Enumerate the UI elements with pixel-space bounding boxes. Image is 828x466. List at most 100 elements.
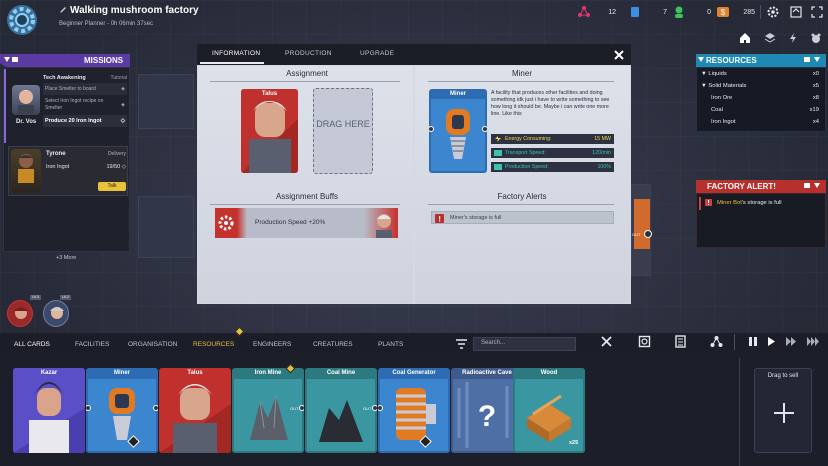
out-label: OUT (632, 232, 641, 237)
home-icon[interactable] (739, 32, 751, 44)
panel-controls-icon (804, 183, 820, 188)
divider (428, 204, 614, 205)
divider (210, 204, 400, 205)
alert-row[interactable]: Miner's storage is full (431, 211, 614, 224)
energy-icon[interactable] (787, 32, 799, 44)
fast-forward-icon[interactable] (785, 336, 798, 347)
miner-facility-card: Miner (429, 89, 487, 173)
resource-group-solids[interactable]: ▼ Solid Materials x5 (697, 80, 825, 92)
factory-alert-text[interactable]: Miner Bot's storage is full (717, 200, 782, 206)
collapse-icon (4, 57, 18, 62)
factory-alert-title: FACTORY ALERT! (707, 182, 776, 191)
tab-upgrade[interactable]: UPGRADE (360, 50, 394, 57)
tab-organisation[interactable]: ORGANISATION (128, 341, 177, 348)
talk-button[interactable]: Talk (98, 182, 126, 191)
assignment-panel (198, 66, 413, 303)
tab-all-cards[interactable]: ALL CARDS (14, 341, 50, 348)
alert-text: Miner's storage is full (450, 215, 502, 221)
pause-icon[interactable] (748, 336, 758, 347)
drag-drop-slot[interactable]: DRAG HERE (313, 88, 373, 174)
sell-drop-zone[interactable]: Drag to sell (754, 368, 812, 453)
card-coal-mine[interactable]: Coal Mine OUT (305, 368, 377, 453)
stat-energy: Energy Consuming: 15 MW (491, 134, 614, 144)
assignment-buffs-title: Assignment Buffs (275, 192, 339, 201)
tutorial-icon[interactable] (790, 6, 802, 18)
close-icon[interactable] (613, 49, 625, 61)
out-port[interactable] (644, 230, 652, 238)
level-badge: LV.2 (60, 295, 71, 300)
alert-bar (699, 197, 701, 210)
factory-subtitle: Beginner Planner - 0h 06min 37sec (59, 21, 154, 27)
card-iron-mine[interactable]: Iron Mine OUT (232, 368, 304, 453)
engineer-avatar-2[interactable] (43, 300, 69, 327)
gear-icon (218, 215, 234, 231)
missions-header[interactable]: MISSIONS (0, 54, 130, 67)
factory-alerts-title: Factory Alerts (497, 192, 547, 201)
settings-icon[interactable] (767, 6, 779, 18)
rotate-icon[interactable] (638, 335, 651, 348)
missions-title: MISSIONS (84, 56, 124, 65)
stat-production: Production Speed: 100% (491, 162, 614, 172)
talus-engineer-card[interactable]: Talus (241, 89, 298, 173)
card-talus[interactable]: Talus (159, 368, 231, 453)
tab-production[interactable]: PRODUCTION (285, 50, 332, 57)
card-wood[interactable]: Wood x25 (513, 368, 585, 453)
diamond-icon: ◇ (121, 164, 126, 170)
factory-name[interactable]: Walking mushroom factory (70, 5, 199, 16)
stat-transport: Transport Speed: 120/min (491, 148, 614, 158)
resources-panel: ▼ Liquids x0 ▼ Solid Materials x5 Iron Ore… (696, 67, 826, 132)
filter-icon[interactable] (456, 339, 467, 349)
more-missions-link[interactable]: +3 More (56, 255, 76, 261)
factory-alert-header[interactable]: FACTORY ALERT! (696, 180, 826, 193)
bottom-tab-bar (0, 333, 828, 353)
board-tile (138, 196, 194, 258)
delivery-header: Tyrone Delivery (46, 151, 126, 157)
card-count: x25 (569, 440, 579, 446)
mission-tag: Tutorial (110, 74, 128, 81)
mission-tech-awakening[interactable]: Tech Awakening Tutorial Place Smelter to … (43, 72, 127, 127)
divider (739, 358, 740, 466)
mission-task: Place Smelter to board ◈ (43, 83, 127, 95)
tab-information[interactable]: INFORMATION (212, 50, 260, 57)
buff-text: Production Speed +20% (255, 219, 326, 226)
tab-facilities[interactable]: FACILITIES (75, 341, 109, 348)
diamond-icon: ◇ (120, 118, 125, 124)
edit-name-icon[interactable] (59, 6, 67, 14)
resource-counter-molecule: 12 (577, 5, 616, 19)
search-input[interactable]: Search... (473, 337, 576, 351)
mission-title: Tech Awakening (43, 74, 86, 81)
assignment-title: Assignment (286, 69, 328, 78)
mission-owner: Dr. Vos (16, 119, 37, 125)
tab-engineers[interactable]: ENGINEERS (253, 341, 291, 348)
play-icon[interactable] (766, 336, 776, 347)
level-badge: LV.3 (30, 295, 41, 300)
fastest-forward-icon[interactable] (806, 336, 822, 347)
tab-resources[interactable]: RESOURCES (193, 341, 234, 348)
card-coal-generator[interactable]: Coal Generator (378, 368, 450, 453)
settings-gear-icon[interactable] (6, 4, 38, 36)
energy-icon (495, 136, 501, 142)
card-name: Miner (449, 91, 466, 97)
resource-group-liquids[interactable]: ▼ Liquids x0 (697, 68, 825, 80)
calculator-icon[interactable] (674, 335, 687, 348)
diamond-icon: ◈ (121, 101, 125, 108)
tab-creatures[interactable]: CREATURES (313, 341, 353, 348)
engineer-avatar-1[interactable] (7, 300, 33, 327)
resource-counter-coin: $ 285 (716, 5, 755, 19)
card-miner[interactable]: Miner (86, 368, 158, 453)
tab-plants[interactable]: PLANTS (378, 341, 403, 348)
person-icon (675, 6, 683, 18)
tools-icon[interactable] (600, 335, 613, 348)
plus-icon (774, 403, 794, 423)
resources-header[interactable]: RESOURCES (696, 54, 826, 67)
creature-icon[interactable] (810, 32, 822, 44)
out-label: OUT (363, 406, 372, 411)
card-kazar[interactable]: Kazar (13, 368, 85, 453)
alert-icon (705, 199, 712, 206)
divider (428, 81, 614, 82)
fullscreen-icon[interactable] (811, 6, 823, 18)
layers-icon[interactable] (764, 32, 776, 44)
network-icon[interactable] (710, 335, 723, 348)
divider (760, 5, 761, 19)
facility-description: A facility that produces other facilitie… (491, 90, 610, 117)
